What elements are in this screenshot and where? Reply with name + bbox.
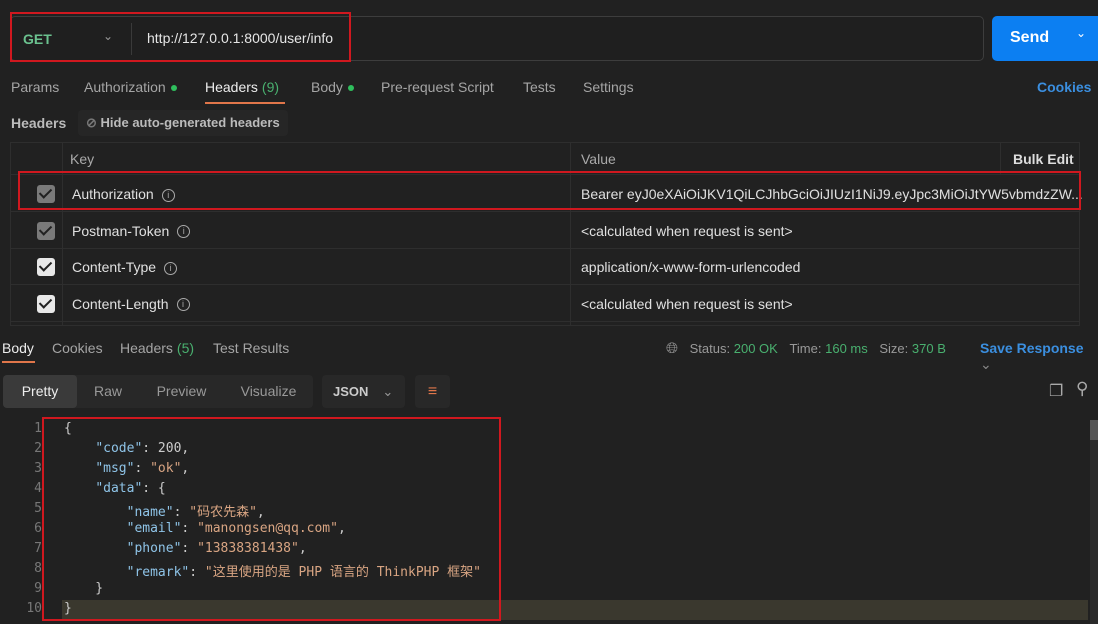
view-pretty[interactable]: Pretty [3, 375, 77, 408]
status-value[interactable]: 200 OK [734, 341, 778, 356]
tab-label: Headers [205, 79, 258, 95]
info-icon[interactable]: i [176, 298, 190, 312]
highlight-box [18, 171, 1081, 210]
tab-tests[interactable]: Tests [523, 79, 556, 95]
status-dot [347, 85, 354, 92]
bulk-edit-button[interactable]: Bulk Edit [1013, 151, 1074, 167]
size-value[interactable]: 370 B [912, 341, 946, 356]
wrap-lines-button[interactable]: ≡ [415, 375, 450, 408]
response-tab-headers[interactable]: Headers (5) [120, 340, 194, 356]
save-response-label: Save Response [980, 340, 1084, 356]
headers-table: Key Value Bulk Edit Authorization i Bearer… [10, 142, 1083, 326]
copy-icon[interactable]: ❐ [1049, 381, 1063, 401]
tab-label: Pre-request Script [381, 79, 494, 95]
line-number: 2 [34, 441, 42, 456]
response-tab-test-results[interactable]: Test Results [213, 340, 289, 356]
chevron-down-icon[interactable]: ⌄ [1076, 26, 1086, 40]
wrap-icon: ≡ [427, 383, 438, 400]
key-column-header: Key [70, 151, 95, 167]
tab-label: Authorization [84, 79, 166, 95]
checkbox[interactable] [37, 294, 55, 313]
info-icon[interactable]: i [177, 225, 191, 239]
line-number: 5 [34, 501, 42, 516]
line-number: 7 [34, 541, 42, 556]
response-tab-cookies[interactable]: Cookies [52, 340, 103, 356]
size-label: Size: [879, 341, 909, 356]
header-key[interactable]: Content-Type i [72, 259, 178, 275]
active-tab-indicator [205, 102, 285, 104]
eye-off-icon: ⊘ [86, 115, 97, 130]
line-number: 4 [34, 481, 42, 496]
status-dot [170, 85, 177, 92]
hide-label: Hide auto-generated headers [100, 115, 280, 130]
format-select[interactable]: JSON ⌄ [322, 375, 405, 408]
response-meta: 🌐︎ Status: 200 OK Time: 160 ms Size: 370… [666, 340, 946, 357]
tab-body[interactable]: Body [311, 79, 354, 95]
tab-pre-request-script[interactable]: Pre-request Script [381, 79, 494, 95]
line-number: 10 [26, 601, 42, 616]
active-tab-indicator [2, 361, 35, 363]
tab-label: Body [311, 79, 343, 95]
time-label: Time: [789, 341, 822, 356]
value-column-header: Value [581, 151, 616, 167]
line-number: 6 [34, 521, 42, 536]
headers-label: Headers [11, 115, 67, 131]
hide-auto-headers-button[interactable]: ⊘ Hide auto-generated headers [78, 110, 288, 136]
scrollbar[interactable] [1090, 420, 1098, 624]
send-button[interactable]: Send ⌄ [992, 16, 1098, 61]
highlight-box [10, 12, 351, 62]
header-key-label: Content-Length [72, 295, 169, 312]
tab-label: Test Results [213, 340, 290, 356]
view-preview[interactable]: Preview [139, 375, 224, 408]
chevron-down-icon: ⌄ [382, 384, 394, 399]
send-label: Send [1010, 29, 1050, 46]
checkbox[interactable] [37, 221, 55, 240]
line-number: 1 [34, 421, 42, 436]
search-icon[interactable]: ⚲ [1076, 379, 1088, 399]
time-value[interactable]: 160 ms [825, 341, 868, 356]
info-icon[interactable]: i [164, 261, 178, 275]
header-key[interactable]: Postman-Token i [72, 222, 191, 239]
table-row: Postman-Token i <calculated when request i… [11, 213, 1079, 249]
response-tab-body[interactable]: Body [2, 340, 34, 356]
tab-label: Settings [583, 79, 634, 95]
format-label: JSON [333, 384, 369, 399]
cookies-link[interactable]: Cookies [1037, 79, 1091, 95]
tab-count: (5) [176, 340, 195, 356]
view-mode-group: Pretty Raw Preview Visualize [3, 375, 313, 408]
header-key[interactable]: Content-Length i [72, 296, 190, 312]
line-number: 8 [34, 561, 42, 576]
line-number: 9 [34, 581, 42, 596]
tab-label: Headers [120, 340, 173, 356]
tab-params[interactable]: Params [11, 79, 59, 95]
tab-label: Body [2, 340, 34, 356]
header-value[interactable]: <calculated when request is sent> [581, 296, 793, 312]
save-response-button[interactable]: Save Response ⌄ [980, 340, 1098, 373]
globe-icon[interactable]: 🌐︎ [666, 340, 678, 357]
status-label: Status: [689, 341, 731, 356]
header-value[interactable]: application/x-www-form-urlencoded [581, 259, 800, 275]
view-visualize[interactable]: Visualize [224, 375, 313, 408]
checkbox[interactable] [37, 258, 55, 276]
tab-authorization[interactable]: Authorization [84, 79, 177, 95]
table-row: Content-Type i application/x-www-form-urle… [11, 249, 1079, 285]
tab-label: Cookies [52, 340, 103, 356]
chevron-down-icon[interactable]: ⌄ [980, 356, 992, 372]
line-number: 3 [34, 461, 42, 476]
tab-settings[interactable]: Settings [583, 79, 634, 95]
header-value[interactable]: <calculated when request is sent> [581, 223, 793, 239]
tab-headers[interactable]: Headers (9) [205, 79, 279, 95]
table-row: Content-Length i <calculated when request … [11, 286, 1079, 322]
tab-count: (9) [261, 79, 280, 95]
highlight-box [42, 417, 501, 621]
tab-label: Params [11, 79, 60, 95]
header-key-label: Content-Type [72, 259, 157, 275]
tab-label: Tests [523, 79, 556, 95]
view-raw[interactable]: Raw [77, 375, 139, 408]
header-key-label: Postman-Token [72, 222, 170, 239]
